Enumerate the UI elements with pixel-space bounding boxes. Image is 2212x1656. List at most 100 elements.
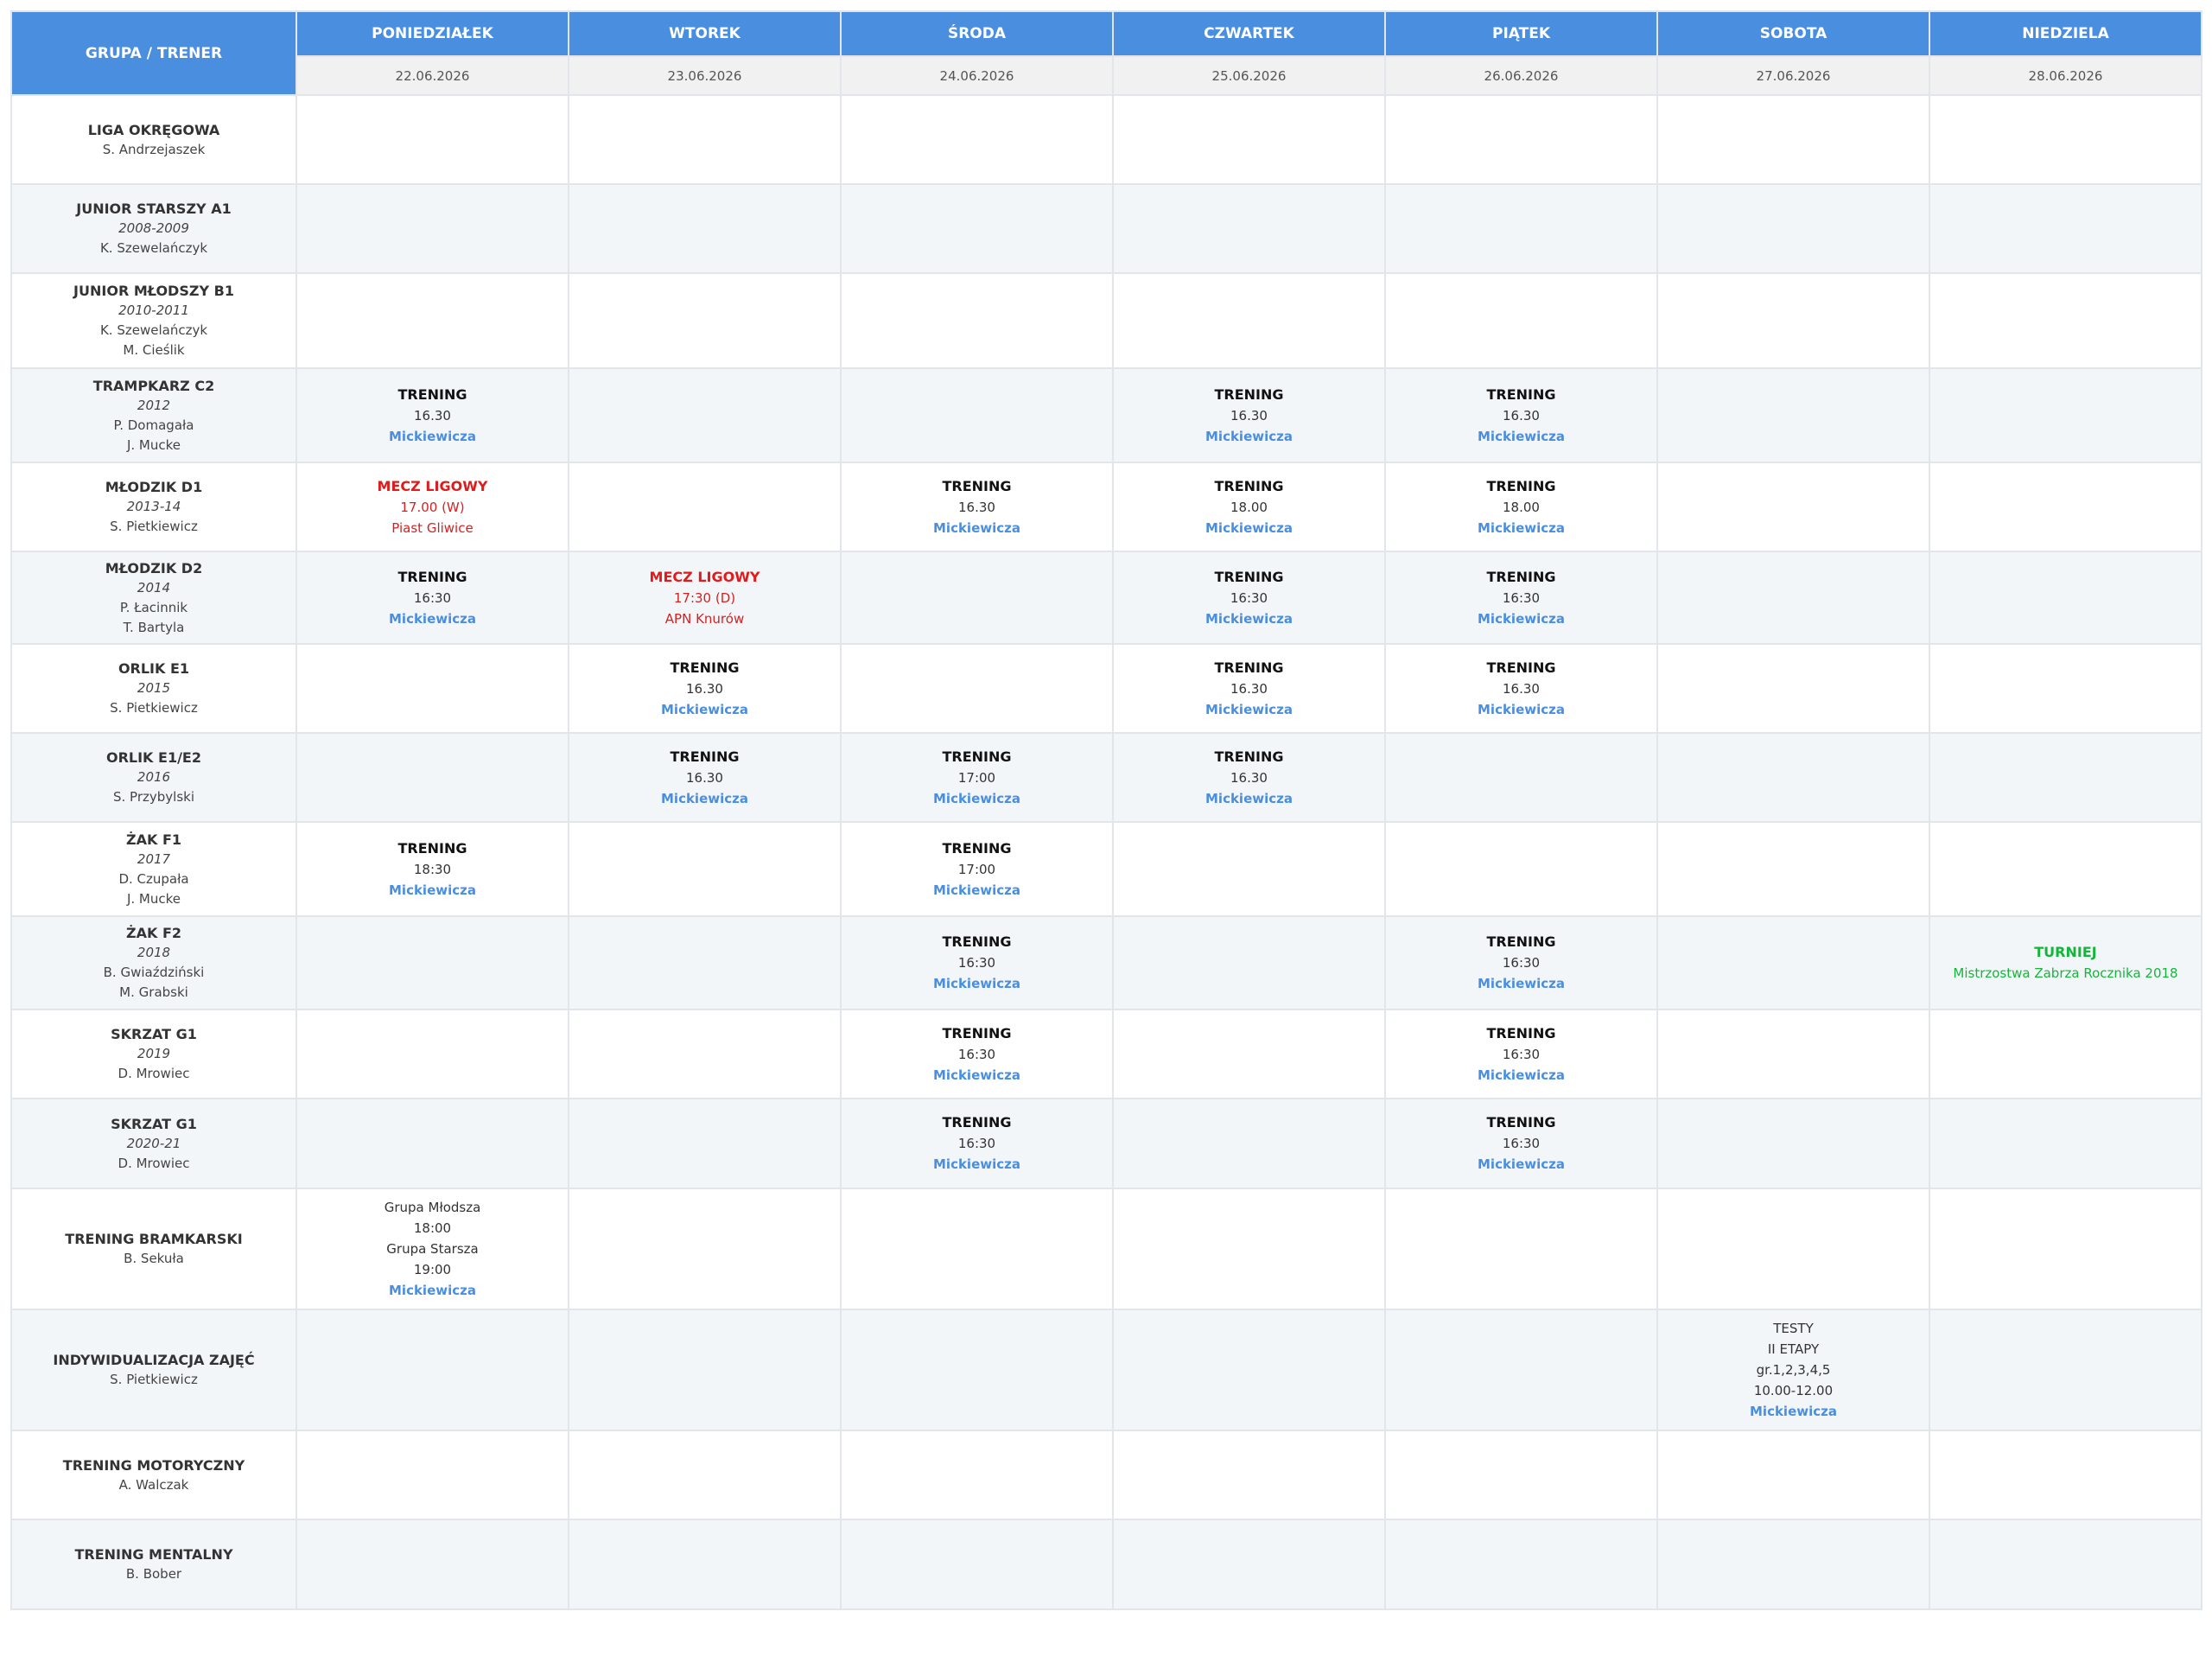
event-entry[interactable]: TRENING 18.00 Mickiewicza <box>1387 476 1656 538</box>
group-coach: B. Gwiaździński <box>103 965 205 980</box>
event-entry[interactable]: TRENING 18.00 Mickiewicza <box>1115 476 1383 538</box>
event-time: 17:30 (D) <box>673 589 736 606</box>
event-entry[interactable]: TRENING 16.30 Mickiewicza <box>842 476 1111 538</box>
event-time: 18.00 <box>1503 499 1540 515</box>
schedule-cell: TRENING 18.00 Mickiewicza <box>1112 462 1386 552</box>
schedule-cell <box>568 272 842 369</box>
table-row: ŻAK F2 2018 B. Gwiaździński M. Grabski TRENI… <box>10 915 2202 1010</box>
event-entry[interactable]: TRENING 16.30 Mickiewicza <box>570 658 839 720</box>
event-entry[interactable]: MECZ LIGOWY 17.00 (W) Piast Gliwice <box>298 476 567 538</box>
event-entry[interactable]: TRENING 16:30 Mickiewicza <box>1387 932 1656 994</box>
event-time: 16.30 <box>958 499 995 515</box>
group-name: TRENING MENTALNY <box>74 1546 233 1563</box>
event-title: TRENING <box>942 839 1012 857</box>
group-cell: SKRZAT G1 2019 D. Mrowiec <box>10 1009 297 1099</box>
event-entry[interactable]: TESTY II ETAPY gr.1,2,3,4,5 10.00-12.00 Mick… <box>1659 1318 1928 1422</box>
schedule-cell <box>1112 1098 1386 1189</box>
group-year: 2008-2009 <box>118 220 189 236</box>
schedule-cell <box>1656 732 1930 823</box>
event-location: Mickiewicza <box>389 1283 476 1298</box>
event-title: TRENING <box>397 385 467 403</box>
table-row: TRENING MOTORYCZNY A. Walczak <box>10 1430 2202 1520</box>
schedule-cell <box>1384 732 1658 823</box>
group-coach: D. Mrowiec <box>118 1066 190 1081</box>
event-entry[interactable]: TRENING 17:00 Mickiewicza <box>842 747 1111 809</box>
schedule-cell: TRENING 16:30 Mickiewicza <box>1112 551 1386 645</box>
event-entry[interactable]: TRENING 17:00 Mickiewicza <box>842 838 1111 901</box>
event-line: Grupa Młodsza <box>384 1200 481 1215</box>
event-entry[interactable]: TRENING 16.30 Mickiewicza <box>570 747 839 809</box>
event-entry[interactable]: Grupa Młodsza 18:00 Grupa Starsza 19:00 Mick… <box>298 1197 567 1301</box>
event-time: 16.30 <box>686 769 723 786</box>
table-row: SKRZAT G1 2020-21 D. Mrowiec TRENING 16:30 Mi… <box>10 1098 2202 1189</box>
event-location: Mickiewicza <box>1478 1067 1565 1083</box>
event-entry[interactable]: TRENING 16:30 Mickiewicza <box>1387 1112 1656 1175</box>
schedule-cell <box>296 94 569 185</box>
schedule-cell: TRENING 16:30 Mickiewicza <box>840 915 1114 1010</box>
table-row: LIGA OKRĘGOWA S. Andrzejaszek <box>10 94 2202 185</box>
schedule-cell <box>840 1519 1114 1610</box>
event-entry[interactable]: TRENING 16:30 Mickiewicza <box>1387 1023 1656 1086</box>
event-time: 18.00 <box>1230 499 1268 515</box>
schedule-cell: TRENING 16.30 Mickiewicza <box>296 367 569 463</box>
event-location: Mickiewicza <box>389 882 476 898</box>
group-cell: SKRZAT G1 2020-21 D. Mrowiec <box>10 1098 297 1189</box>
event-entry[interactable]: TRENING 16:30 Mickiewicza <box>842 932 1111 994</box>
event-entry[interactable]: TRENING 16.30 Mickiewicza <box>1387 658 1656 720</box>
event-entry[interactable]: TRENING 16.30 Mickiewicza <box>1115 658 1383 720</box>
event-entry[interactable]: TRENING 16:30 Mickiewicza <box>1115 567 1383 629</box>
schedule-cell <box>1929 367 2202 463</box>
event-location: Mickiewicza <box>1478 976 1565 991</box>
event-location: Mickiewicza <box>389 428 476 444</box>
group-coach: K. Szewelańczyk <box>99 240 208 256</box>
event-title: TRENING <box>1486 659 1556 676</box>
group-coach: M. Grabski <box>119 984 188 1000</box>
event-line: gr.1,2,3,4,5 <box>1756 1362 1831 1378</box>
event-line: TESTY <box>1773 1321 1814 1336</box>
event-location: Mickiewicza <box>933 790 1020 806</box>
schedule-cell <box>1656 1098 1930 1189</box>
schedule-cell: TRENING 16:30 Mickiewicza <box>1384 1098 1658 1189</box>
event-title: TRENING <box>942 1114 1012 1131</box>
event-entry[interactable]: TRENING 16:30 Mickiewicza <box>298 567 567 629</box>
schedule-cell: TRENING 16.30 Mickiewicza <box>1112 643 1386 734</box>
event-title: TRENING <box>1214 385 1284 403</box>
event-line: 18:00 <box>413 1220 452 1236</box>
event-time: 18:30 <box>413 861 452 877</box>
schedule-cell <box>1656 821 1930 917</box>
schedule-cell <box>1384 183 1658 274</box>
event-entry[interactable]: TRENING 16:30 Mickiewicza <box>842 1112 1111 1175</box>
day-name-friday: PIĄTEK <box>1384 10 1658 57</box>
event-location: Mickiewicza <box>1205 428 1293 444</box>
schedule-cell <box>568 183 842 274</box>
event-entry[interactable]: TRENING 16:30 Mickiewicza <box>1387 567 1656 629</box>
event-entry[interactable]: TRENING 16:30 Mickiewicza <box>842 1023 1111 1086</box>
schedule-cell: TRENING 16.30 Mickiewicza <box>1384 643 1658 734</box>
event-time: 16:30 <box>1502 1136 1541 1151</box>
schedule-cell <box>1112 1009 1386 1099</box>
group-coach: S. Przybylski <box>113 789 194 805</box>
schedule-cell <box>840 1309 1114 1431</box>
group-coach: B. Bober <box>125 1566 182 1582</box>
schedule-cell <box>568 1519 842 1610</box>
group-name: JUNIOR STARSZY A1 <box>76 201 232 217</box>
event-entry[interactable]: TRENING 18:30 Mickiewicza <box>298 838 567 901</box>
schedule-cell <box>1384 1309 1658 1431</box>
group-coach: K. Szewelańczyk <box>99 322 208 338</box>
event-entry[interactable]: MECZ LIGOWY 17:30 (D) APN Knurów <box>570 567 839 629</box>
event-entry[interactable]: TRENING 16.30 Mickiewicza <box>298 385 567 447</box>
event-entry[interactable]: TRENING 16.30 Mickiewicza <box>1115 385 1383 447</box>
event-title: TRENING <box>1214 748 1284 765</box>
group-coach-header: GRUPA / TRENER <box>10 10 297 96</box>
table-row: JUNIOR MŁODSZY B1 2010-2011 K. Szewelańczy… <box>10 272 2202 369</box>
event-entry[interactable]: TRENING 16.30 Mickiewicza <box>1115 747 1383 809</box>
event-entry[interactable]: TURNIEJ Mistrzostwa Zabrza Rocznika 2018 <box>1931 942 2200 984</box>
event-location: Mickiewicza <box>1205 790 1293 806</box>
group-coach: A. Walczak <box>118 1476 189 1493</box>
schedule-cell <box>568 1309 842 1431</box>
table-row: TRENING MENTALNY B. Bober <box>10 1519 2202 1610</box>
schedule-cell <box>1112 1430 1386 1520</box>
group-year: 2017 <box>137 850 171 867</box>
schedule-cell: TRENING 16.30 Mickiewicza <box>568 732 842 823</box>
event-entry[interactable]: TRENING 16.30 Mickiewicza <box>1387 385 1656 447</box>
